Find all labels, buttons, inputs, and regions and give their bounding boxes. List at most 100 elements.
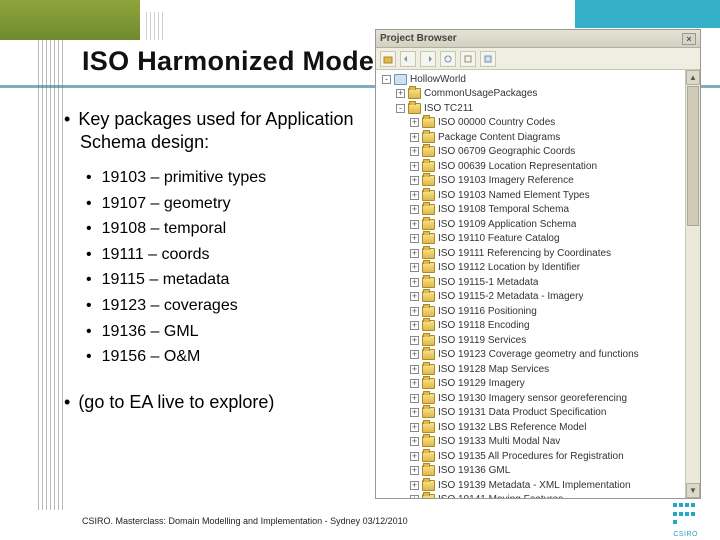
expand-icon[interactable]: + bbox=[410, 336, 419, 345]
tree-node[interactable]: + ISO 19135 All Procedures for Registrati… bbox=[378, 449, 700, 464]
tree-node[interactable]: +ISO 19111 Referencing by Coordinates bbox=[378, 246, 700, 261]
tree-node[interactable]: +ISO 00000 Country Codes bbox=[378, 116, 700, 131]
tree-node[interactable]: + ISO 19130 Imagery sensor georeferencing bbox=[378, 391, 700, 406]
toolbar-button[interactable] bbox=[440, 51, 456, 67]
tree-label: ISO 19139 Metadata - XML Implementation bbox=[438, 480, 631, 491]
tree-label: ISO 19135 All Procedures for Registratio… bbox=[438, 451, 624, 462]
scroll-thumb[interactable] bbox=[687, 86, 699, 226]
folder-icon bbox=[422, 407, 435, 418]
expand-icon[interactable]: + bbox=[410, 321, 419, 330]
list-item: 19103 – primitive types bbox=[104, 165, 370, 191]
tree-node[interactable]: + ISO 19110 Feature Catalog bbox=[378, 232, 700, 247]
tree-node[interactable]: +CommonUsagePackages bbox=[378, 87, 700, 102]
expand-icon[interactable]: + bbox=[410, 495, 419, 498]
expand-icon[interactable]: - bbox=[396, 104, 405, 113]
expand-icon[interactable]: + bbox=[410, 365, 419, 374]
page-title: ISO Harmonized Model bbox=[82, 46, 382, 77]
tree-view[interactable]: - HollowWorld +CommonUsagePackages - ISO T… bbox=[376, 70, 700, 498]
expand-icon[interactable]: + bbox=[410, 278, 419, 287]
tree-label: Package Content Diagrams bbox=[438, 132, 560, 143]
tree-node[interactable]: + ISO 19109 Application Schema bbox=[378, 217, 700, 232]
expand-icon[interactable]: + bbox=[410, 191, 419, 200]
tree-label: ISO 19115-1 Metadata bbox=[438, 277, 538, 288]
expand-icon[interactable]: + bbox=[410, 452, 419, 461]
tree-node[interactable]: + ISO 19128 Map Services bbox=[378, 362, 700, 377]
tree-label: ISO 19132 LBS Reference Model bbox=[438, 422, 586, 433]
tree-root[interactable]: - HollowWorld bbox=[378, 72, 700, 87]
expand-icon[interactable]: + bbox=[410, 205, 419, 214]
expand-icon[interactable]: + bbox=[410, 263, 419, 272]
tree-node[interactable]: +ISO 19115-2 Metadata - Imagery bbox=[378, 290, 700, 305]
scroll-up-icon[interactable]: ▲ bbox=[686, 70, 700, 85]
expand-icon[interactable]: + bbox=[410, 220, 419, 229]
tree-label: ISO 19130 Imagery sensor georeferencing bbox=[438, 393, 627, 404]
expand-icon[interactable]: + bbox=[410, 394, 419, 403]
expand-icon[interactable]: + bbox=[410, 307, 419, 316]
tree-node[interactable]: +ISO 19103 Named Element Types bbox=[378, 188, 700, 203]
tree-node[interactable]: + ISO 19115-1 Metadata bbox=[378, 275, 700, 290]
expand-icon[interactable]: + bbox=[410, 249, 419, 258]
expand-icon[interactable]: + bbox=[410, 292, 419, 301]
tree-node[interactable]: +ISO 19123 Coverage geometry and functio… bbox=[378, 348, 700, 363]
folder-icon bbox=[422, 451, 435, 462]
toolbar-button[interactable] bbox=[460, 51, 476, 67]
tree-node[interactable]: +ISO 19129 Imagery bbox=[378, 377, 700, 392]
accent-green bbox=[0, 0, 140, 40]
tree-label: ISO TC211 bbox=[424, 103, 473, 114]
expand-icon[interactable]: + bbox=[410, 234, 419, 243]
tree-node[interactable]: +ISO 19141 Moving Features bbox=[378, 493, 700, 499]
toolbar-button[interactable] bbox=[400, 51, 416, 67]
tree-node[interactable]: + ISO 19112 Location by Identifier bbox=[378, 261, 700, 276]
tree-node[interactable]: + ISO 19131 Data Product Specification bbox=[378, 406, 700, 421]
expand-icon[interactable]: + bbox=[410, 350, 419, 359]
folder-icon bbox=[422, 204, 435, 215]
tree-node[interactable]: +ISO 00639 Location Representation bbox=[378, 159, 700, 174]
expand-icon[interactable]: + bbox=[410, 481, 419, 490]
expand-icon[interactable]: + bbox=[410, 133, 419, 142]
expand-icon[interactable]: + bbox=[410, 147, 419, 156]
tree-label: ISO 19131 Data Product Specification bbox=[438, 407, 606, 418]
tree-node[interactable]: + ISO 19119 Services bbox=[378, 333, 700, 348]
tree-node[interactable]: +ISO 19118 Encoding bbox=[378, 319, 700, 334]
tree-node[interactable]: + ISO 19139 Metadata - XML Implementation bbox=[378, 478, 700, 493]
tree-label: ISO 19109 Application Schema bbox=[438, 219, 576, 230]
folder-icon bbox=[422, 161, 435, 172]
toolbar-button[interactable] bbox=[480, 51, 496, 67]
tree-node[interactable]: + ISO 19132 LBS Reference Model bbox=[378, 420, 700, 435]
tree-label: ISO 19136 GML bbox=[438, 465, 510, 476]
tree-node[interactable]: +ISO 19103 Imagery Reference bbox=[378, 174, 700, 189]
tree-node[interactable]: +ISO 19133 Multi Modal Nav bbox=[378, 435, 700, 450]
tree-label: ISO 19128 Map Services bbox=[438, 364, 549, 375]
scroll-down-icon[interactable]: ▼ bbox=[686, 483, 700, 498]
scrollbar[interactable]: ▲ ▼ bbox=[685, 70, 700, 498]
expand-icon[interactable]: + bbox=[410, 176, 419, 185]
expand-icon[interactable]: + bbox=[410, 437, 419, 446]
expand-icon[interactable]: + bbox=[410, 423, 419, 432]
folder-icon bbox=[422, 277, 435, 288]
expand-icon[interactable]: + bbox=[396, 89, 405, 98]
tree-label: HollowWorld bbox=[410, 74, 466, 85]
expand-icon[interactable]: + bbox=[410, 379, 419, 388]
toolbar-button[interactable] bbox=[380, 51, 396, 67]
folder-icon bbox=[422, 378, 435, 389]
tree-node[interactable]: +ISO 19116 Positioning bbox=[378, 304, 700, 319]
tree-label: ISO 19119 Services bbox=[438, 335, 526, 346]
tree-node[interactable]: +ISO 19108 Temporal Schema bbox=[378, 203, 700, 218]
close-icon[interactable]: × bbox=[682, 33, 696, 45]
tree-node[interactable]: - ISO TC211 bbox=[378, 101, 700, 116]
panel-titlebar[interactable]: Project Browser × bbox=[376, 30, 700, 48]
expand-icon[interactable]: + bbox=[410, 408, 419, 417]
toolbar-button[interactable] bbox=[420, 51, 436, 67]
expand-icon[interactable]: - bbox=[382, 75, 391, 84]
folder-icon bbox=[422, 393, 435, 404]
folder-icon bbox=[422, 364, 435, 375]
tree-label: ISO 19110 Feature Catalog bbox=[438, 233, 560, 244]
tree-node[interactable]: + ISO 19136 GML bbox=[378, 464, 700, 479]
tree-node[interactable]: + Package Content Diagrams bbox=[378, 130, 700, 145]
expand-icon[interactable]: + bbox=[410, 162, 419, 171]
expand-icon[interactable]: + bbox=[410, 466, 419, 475]
expand-icon[interactable]: + bbox=[410, 118, 419, 127]
folder-icon bbox=[422, 117, 435, 128]
tree-node[interactable]: +ISO 06709 Geographic Coords bbox=[378, 145, 700, 160]
tree-label: ISO 19112 Location by Identifier bbox=[438, 262, 580, 273]
